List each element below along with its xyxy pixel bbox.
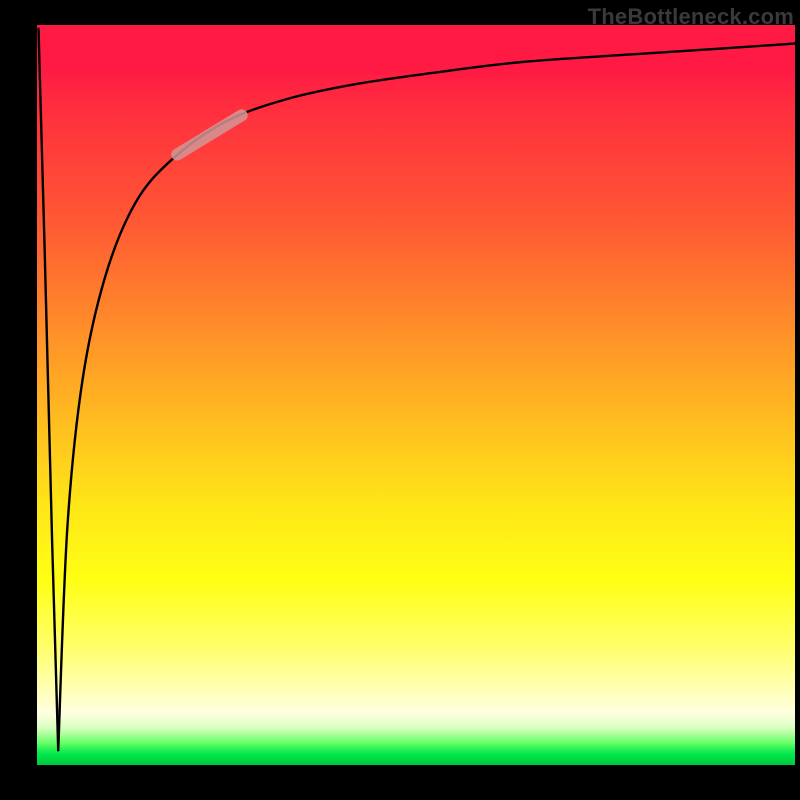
chart-frame: TheBottleneck.com [0,0,800,800]
plot-area [37,25,795,765]
